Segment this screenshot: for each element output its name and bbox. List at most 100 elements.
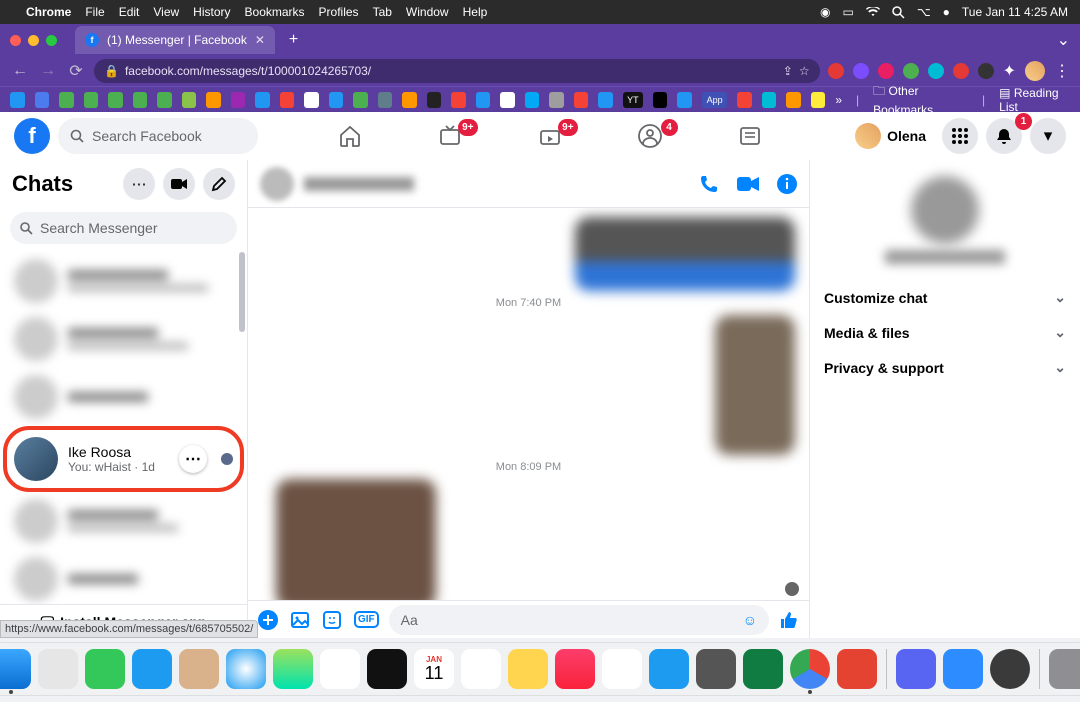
address-bar[interactable]: 🔒 facebook.com/messages/t/10000102426570… xyxy=(94,59,820,83)
conversation-name[interactable] xyxy=(304,177,414,191)
bookmark-icon[interactable] xyxy=(206,92,221,108)
menu-edit[interactable]: Edit xyxy=(119,5,140,19)
chevron-down-icon[interactable]: ⌄ xyxy=(1057,30,1070,50)
facebook-logo[interactable]: f xyxy=(14,118,50,154)
groups-tab[interactable]: 4 xyxy=(638,124,668,148)
message-sent[interactable] xyxy=(262,217,795,291)
privacy-support-row[interactable]: Privacy & support ⌄ xyxy=(824,350,1066,385)
bookmark-icon[interactable] xyxy=(231,92,246,108)
appstore-app-icon[interactable] xyxy=(649,649,689,689)
bookmark-icon[interactable] xyxy=(353,92,368,108)
star-icon[interactable]: ☆ xyxy=(799,64,810,78)
chat-item[interactable] xyxy=(6,550,241,604)
zoom-app-icon[interactable] xyxy=(943,649,983,689)
screen-record-icon[interactable]: ◉ xyxy=(820,5,830,19)
messages-app-icon[interactable] xyxy=(85,649,125,689)
news-tab[interactable] xyxy=(738,124,768,148)
mail-app-icon[interactable] xyxy=(132,649,172,689)
menu-view[interactable]: View xyxy=(153,5,179,19)
bookmark-icon[interactable] xyxy=(762,92,777,108)
minimize-window-button[interactable] xyxy=(28,35,39,46)
bookmark-icon[interactable] xyxy=(108,92,123,108)
quicktime-app-icon[interactable] xyxy=(990,649,1030,689)
forward-button[interactable]: → xyxy=(38,62,58,80)
calendar-app-icon[interactable]: JAN11 xyxy=(414,649,454,689)
menu-app[interactable]: Chrome xyxy=(26,5,71,19)
chats-search[interactable]: Search Messenger xyxy=(10,212,237,244)
chat-item[interactable] xyxy=(6,252,241,310)
slack-app-icon[interactable] xyxy=(602,649,642,689)
media-files-row[interactable]: Media & files ⌄ xyxy=(824,315,1066,350)
conversation-avatar[interactable] xyxy=(260,167,294,201)
bookmark-icon[interactable] xyxy=(304,92,319,108)
photos-app-icon[interactable] xyxy=(320,649,360,689)
message-received[interactable] xyxy=(262,479,795,600)
bookmark-icon[interactable] xyxy=(598,92,613,108)
add-sticker-button[interactable] xyxy=(322,610,344,630)
bookmark-icon[interactable] xyxy=(451,92,466,108)
bookmark-icon[interactable] xyxy=(476,92,491,108)
new-video-call-button[interactable] xyxy=(163,168,195,200)
bookmark-icon[interactable] xyxy=(402,92,417,108)
bookmark-icon[interactable] xyxy=(500,92,515,108)
extension-icon[interactable] xyxy=(878,63,894,79)
bookmark-icon[interactable] xyxy=(10,92,25,108)
bookmark-icon[interactable]: YT xyxy=(623,92,643,108)
bookmark-icon[interactable] xyxy=(737,92,752,108)
bookmark-icon[interactable] xyxy=(549,92,564,108)
reading-list-button[interactable]: ▤ Reading List xyxy=(999,86,1070,114)
menu-tab[interactable]: Tab xyxy=(373,5,392,19)
thumbs-up-button[interactable] xyxy=(779,610,799,630)
todoist-app-icon[interactable] xyxy=(837,649,877,689)
chrome-app-icon[interactable] xyxy=(790,649,830,689)
profile-avatar-icon[interactable] xyxy=(1025,61,1045,81)
browser-tab[interactable]: f (1) Messenger | Facebook ✕ xyxy=(75,26,275,54)
menu-history[interactable]: History xyxy=(193,5,230,19)
trash-icon[interactable] xyxy=(1049,649,1080,689)
appletv-app-icon[interactable] xyxy=(367,649,407,689)
bookmark-icon[interactable] xyxy=(133,92,148,108)
bookmark-icon[interactable] xyxy=(574,92,589,108)
bookmark-icon[interactable]: App xyxy=(702,92,727,108)
chat-item-options-button[interactable]: ⋯ xyxy=(179,445,207,473)
chat-item[interactable] xyxy=(6,368,241,426)
conversation-body[interactable]: Mon 7:40 PM Mon 8:09 PM xyxy=(248,208,809,600)
bookmark-icon[interactable] xyxy=(653,92,668,108)
extensions-menu-icon[interactable]: ✦ xyxy=(1003,61,1016,81)
bookmark-icon[interactable] xyxy=(59,92,74,108)
extension-icon[interactable] xyxy=(978,63,994,79)
audio-call-button[interactable] xyxy=(699,174,719,194)
watch-tab[interactable]: 9+ xyxy=(438,124,468,148)
conversation-info-button[interactable] xyxy=(777,174,797,194)
back-button[interactable]: ← xyxy=(10,62,30,80)
new-message-button[interactable] xyxy=(203,168,235,200)
bookmark-icon[interactable] xyxy=(84,92,99,108)
wifi-icon[interactable] xyxy=(866,7,880,17)
home-tab[interactable] xyxy=(338,124,368,148)
customize-chat-row[interactable]: Customize chat ⌄ xyxy=(824,280,1066,315)
notes-app-icon[interactable] xyxy=(508,649,548,689)
safari-app-icon[interactable] xyxy=(226,649,266,689)
other-bookmarks-button[interactable]: 🗀 Other Bookmarks xyxy=(873,82,968,117)
notifications-button[interactable]: 1 xyxy=(986,118,1022,154)
profile-chip[interactable]: Olena xyxy=(847,120,934,152)
menu-file[interactable]: File xyxy=(85,5,104,19)
maps-app-icon[interactable] xyxy=(273,649,313,689)
chat-item-ike-roosa[interactable]: Ike Roosa You: wHaist · 1d ⋯ xyxy=(6,429,241,489)
add-gif-button[interactable]: GIF xyxy=(354,611,379,628)
message-input[interactable]: Aa ☺ xyxy=(389,605,769,635)
launchpad-app-icon[interactable] xyxy=(38,649,78,689)
extension-icon[interactable] xyxy=(953,63,969,79)
reload-button[interactable]: ⟳ xyxy=(66,61,86,81)
reminders-app-icon[interactable] xyxy=(461,649,501,689)
bookmark-icon[interactable] xyxy=(255,92,270,108)
maximize-window-button[interactable] xyxy=(46,35,57,46)
chat-item[interactable] xyxy=(6,492,241,550)
share-icon[interactable]: ⇪ xyxy=(783,64,793,78)
contacts-app-icon[interactable] xyxy=(179,649,219,689)
close-window-button[interactable] xyxy=(10,35,21,46)
music-app-icon[interactable] xyxy=(555,649,595,689)
extension-icon[interactable] xyxy=(928,63,944,79)
bookmark-icon[interactable] xyxy=(329,92,344,108)
close-tab-icon[interactable]: ✕ xyxy=(255,33,265,47)
